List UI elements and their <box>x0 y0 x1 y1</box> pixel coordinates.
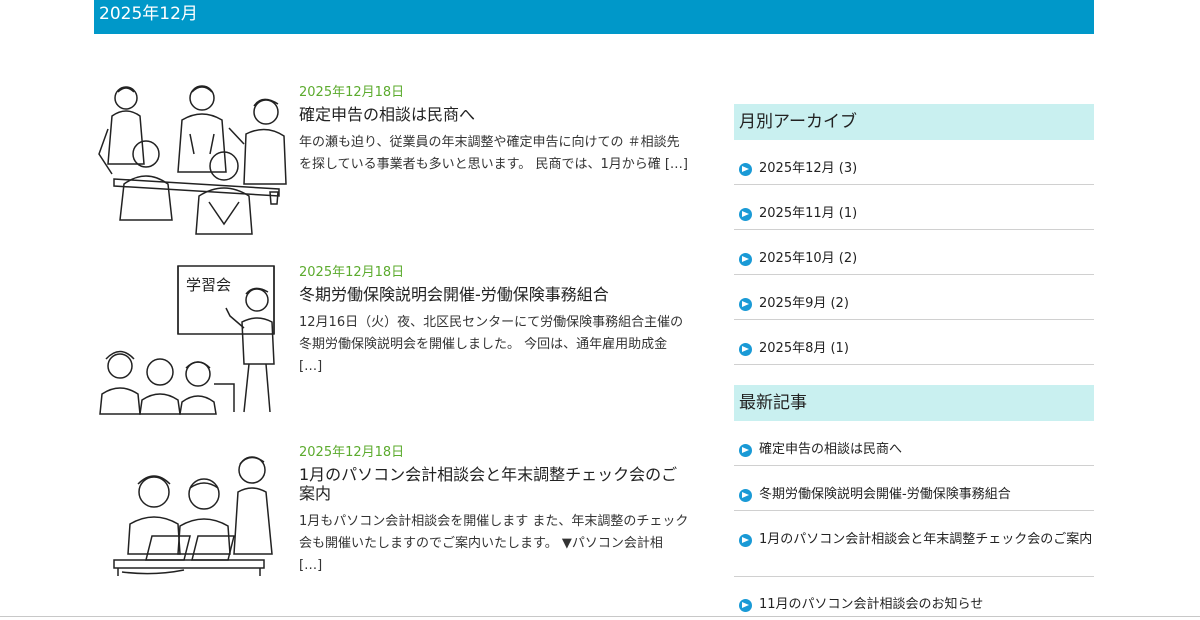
post-date: 2025年12月18日 <box>299 445 405 460</box>
post-thumbnail[interactable]: 学習会 <box>94 264 290 416</box>
post-date: 2025年12月18日 <box>299 265 405 280</box>
post-excerpt: 年の瀬も迫り、従業員の年末調整や確定申告に向けての ＃相談先 を探している事業者… <box>299 135 688 172</box>
page-title: 2025年12月 <box>99 4 198 24</box>
computer-class-illustration-icon <box>113 456 273 576</box>
archive-header: 2025年12月 <box>94 0 1094 34</box>
recent-posts-widget-heading: 最新記事 <box>734 385 1094 421</box>
post-thumbnail[interactable] <box>94 84 290 236</box>
arrow-right-icon <box>739 298 752 311</box>
arrow-right-icon <box>739 208 752 221</box>
arrow-right-icon <box>739 343 752 356</box>
arrow-right-icon <box>739 489 752 502</box>
archive-link[interactable]: 2025年10月 (2) <box>734 240 1094 275</box>
board-text: 学習会 <box>186 276 231 294</box>
post-title-link[interactable]: 確定申告の相談は民商へ <box>299 105 689 124</box>
page-divider <box>0 616 1200 617</box>
arrow-right-icon <box>739 534 752 547</box>
lecture-illustration-icon: 学習会 <box>99 265 275 415</box>
arrow-right-icon <box>739 599 752 612</box>
post-item: 2025年12月18日 1月のパソコン会計相談会と年末調整チェック会のご案内 1… <box>94 444 694 604</box>
arrow-right-icon <box>739 163 752 176</box>
arrow-right-icon <box>739 444 752 457</box>
recent-post-link[interactable]: 冬期労働保険説明会開催-労働保険事務組合 <box>734 476 1094 511</box>
post-date: 2025年12月18日 <box>299 85 405 100</box>
post-item: 学習会 2025年12月18日 冬期労働保険説明会開催-労働保険事務組合 12月… <box>94 264 694 424</box>
archive-link[interactable]: 2025年11月 (1) <box>734 195 1094 230</box>
recent-post-link[interactable]: 確定申告の相談は民商へ <box>734 431 1094 466</box>
post-title-link[interactable]: 1月のパソコン会計相談会と年末調整チェック会のご案内 <box>299 465 689 503</box>
archive-link[interactable]: 2025年8月 (1) <box>734 330 1094 365</box>
archive-link[interactable]: 2025年12月 (3) <box>734 150 1094 185</box>
post-item: 2025年12月18日 確定申告の相談は民商へ 年の瀬も迫り、従業員の年末調整や… <box>94 84 694 244</box>
post-excerpt: 1月もパソコン会計相談会を開催します また、年末調整のチェック会も開催いたします… <box>299 514 689 573</box>
meeting-illustration-icon <box>98 85 287 235</box>
post-title-link[interactable]: 冬期労働保険説明会開催-労働保険事務組合 <box>299 285 689 304</box>
recent-post-link[interactable]: 1月のパソコン会計相談会と年末調整チェック会のご案内 <box>734 521 1094 577</box>
post-thumbnail[interactable] <box>94 444 290 596</box>
archive-link[interactable]: 2025年9月 (2) <box>734 285 1094 320</box>
post-excerpt: 12月16日（火）夜、北区民センターにて労働保険事務組合主催の冬期労働保険説明会… <box>299 315 684 374</box>
archive-widget-heading: 月別アーカイブ <box>734 104 1094 140</box>
arrow-right-icon <box>739 253 752 266</box>
